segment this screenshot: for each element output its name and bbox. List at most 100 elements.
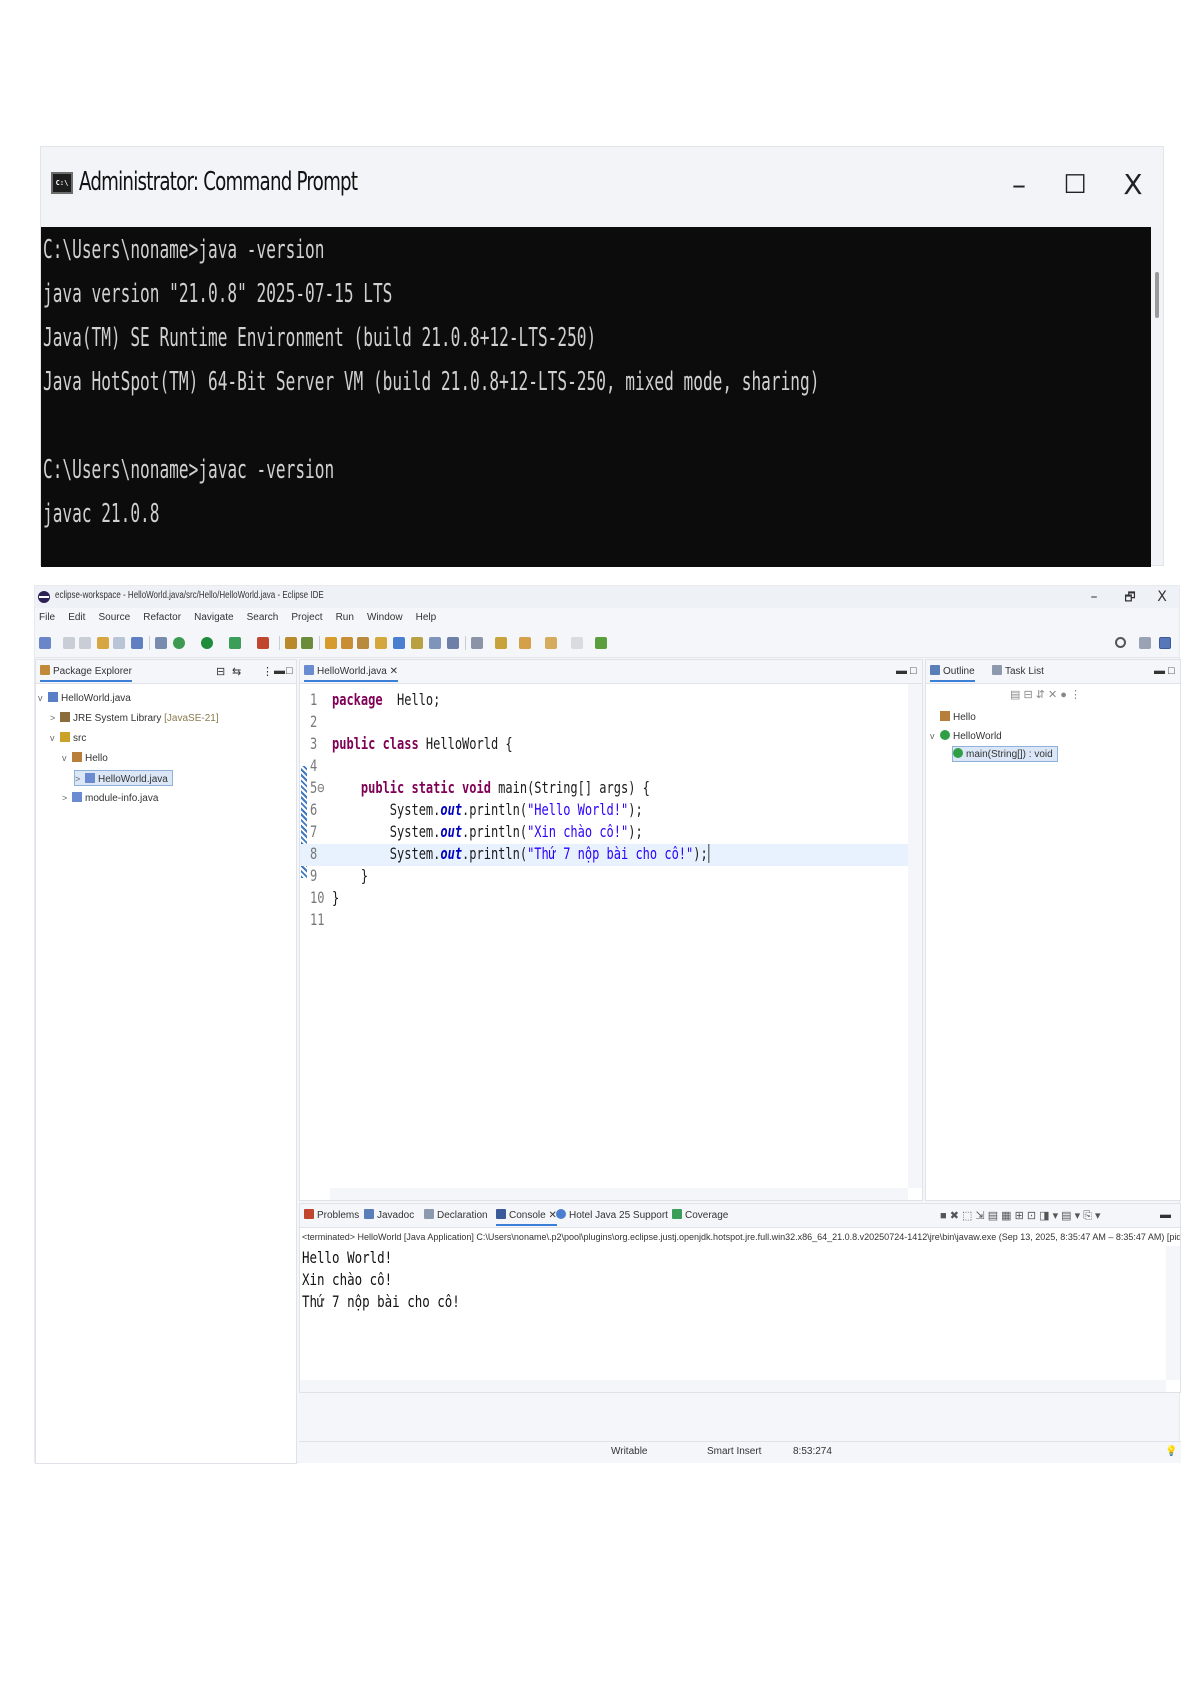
pin-editor-icon[interactable] — [595, 637, 607, 649]
menu-search[interactable]: Search — [247, 608, 279, 628]
maximize-view-icon[interactable]: □ — [910, 665, 917, 677]
tab-outline[interactable]: Outline — [930, 664, 975, 682]
menu-help[interactable]: Help — [416, 608, 437, 628]
new-package-icon[interactable] — [301, 637, 313, 649]
toggle-mark-icon[interactable] — [357, 637, 369, 649]
code-line[interactable]: 6 System.out.println("Hello World!"); — [300, 800, 908, 822]
close-tab-icon[interactable]: ✕ — [390, 666, 398, 677]
code-line[interactable]: 11 — [300, 910, 908, 932]
java-perspective-icon[interactable] — [1159, 637, 1171, 649]
cmd-console-output[interactable]: C:\Users\noname>java -version java versi… — [41, 227, 1151, 567]
editor-vertical-scrollbar[interactable] — [908, 684, 922, 1188]
new-java-project-icon[interactable] — [285, 637, 297, 649]
code-line[interactable]: 1 package Hello; — [300, 690, 908, 712]
save-icon[interactable] — [63, 637, 75, 649]
code-line[interactable]: 3 public class HelloWorld { — [300, 734, 908, 756]
tree-item-package-hello[interactable]: v Hello — [62, 750, 108, 766]
cmd-title-bar[interactable]: C:\ Administrator: Command Prompt – ☐ X — [41, 147, 1163, 227]
eclipse-restore-button[interactable]: 🗗 — [1119, 587, 1141, 607]
debug-icon[interactable] — [173, 637, 185, 649]
menu-run[interactable]: Run — [336, 608, 354, 628]
minimize-view-icon[interactable]: ▬ — [896, 665, 907, 677]
forward-icon[interactable] — [545, 637, 557, 649]
outline-item-main-method[interactable]: main(String[]) : void — [952, 746, 1058, 762]
menu-file[interactable]: File — [39, 608, 55, 628]
menu-source[interactable]: Source — [98, 608, 130, 628]
highlight-icon[interactable] — [393, 637, 405, 649]
show-whitespace-icon[interactable] — [429, 637, 441, 649]
terminal-icon[interactable] — [131, 637, 143, 649]
search-icon[interactable] — [1115, 637, 1126, 648]
eclipse-title-bar[interactable]: eclipse-workspace - HelloWorld.java/src/… — [35, 586, 1179, 608]
console-vertical-scrollbar[interactable] — [1166, 1246, 1180, 1380]
editor-horizontal-scrollbar[interactable] — [330, 1188, 908, 1200]
tree-item-helloworld-java[interactable]: > HelloWorld.java — [74, 770, 173, 786]
pilcrow-icon[interactable] — [447, 637, 459, 649]
tab-console[interactable]: Console ✕ — [496, 1208, 557, 1226]
cmd-line: Java(TM) SE Runtime Environment (build 2… — [43, 323, 597, 353]
pin-icon[interactable] — [495, 637, 507, 649]
code-line[interactable]: 10} — [300, 888, 908, 910]
minimize-view-icon[interactable]: ▬ — [274, 665, 285, 677]
run-icon[interactable] — [201, 637, 213, 649]
minimize-view-icon[interactable]: ▬ — [1154, 665, 1165, 677]
cmd-maximize-button[interactable]: ☐ — [1055, 165, 1095, 205]
last-edit-icon[interactable] — [571, 637, 583, 649]
menu-window[interactable]: Window — [367, 608, 403, 628]
code-line[interactable]: 8 System.out.println("Thứ 7 nộp bài cho … — [300, 844, 908, 866]
block-icon[interactable] — [411, 637, 423, 649]
search-tool-icon[interactable] — [113, 637, 125, 649]
tab-javadoc[interactable]: Javadoc — [364, 1208, 414, 1224]
coverage-icon[interactable] — [229, 637, 241, 649]
save-all-icon[interactable] — [79, 637, 91, 649]
tree-item-jre-library[interactable]: > JRE System Library [JavaSE-21] — [50, 710, 219, 726]
tab-java-support[interactable]: Hotel Java 25 Support — [556, 1208, 668, 1224]
external-tools-icon[interactable] — [257, 637, 269, 649]
code-line[interactable]: 9 } — [300, 866, 908, 888]
tab-task-list[interactable]: Task List — [992, 664, 1044, 680]
tab-package-explorer[interactable]: Package Explorer — [40, 664, 132, 682]
maximize-view-icon[interactable]: □ — [1168, 665, 1175, 677]
code-line[interactable]: 5⊖ public static void main(String[] args… — [300, 778, 908, 800]
code-line[interactable]: 2 — [300, 712, 908, 734]
eclipse-close-button[interactable]: X — [1151, 587, 1173, 607]
open-task-icon[interactable] — [341, 637, 353, 649]
menu-refactor[interactable]: Refactor — [143, 608, 181, 628]
tree-item-module-info[interactable]: > module-info.java — [62, 790, 158, 806]
tree-item-project[interactable]: v HelloWorld.java — [38, 690, 131, 706]
code-line[interactable]: 7 System.out.println("Xin chào cô!"); — [300, 822, 908, 844]
cmd-minimize-button[interactable]: – — [999, 165, 1039, 205]
skip-breakpoints-icon[interactable] — [155, 637, 167, 649]
perspective-icon[interactable] — [1139, 637, 1151, 649]
menu-navigate[interactable]: Navigate — [194, 608, 233, 628]
view-menu-icon[interactable]: ⋮ — [262, 665, 273, 678]
back-icon[interactable] — [519, 637, 531, 649]
status-insert-mode[interactable]: Smart Insert — [707, 1446, 761, 1457]
cmd-scrollbar[interactable] — [1155, 272, 1159, 318]
link-editor-icon[interactable]: ⇆ — [232, 665, 241, 678]
console-toolbar-icons[interactable]: ■ ✖ ⬚ ⇲ ▤ ▦ ⊞ ⊡ ◨ ▾ ▤ ▾ ⎘ ▾ — [940, 1209, 1101, 1223]
open-type-icon[interactable] — [97, 637, 109, 649]
new-icon[interactable] — [39, 637, 51, 649]
lightbulb-icon[interactable]: 💡 — [1165, 1446, 1177, 1457]
new-class-icon[interactable] — [325, 637, 337, 649]
code-line[interactable]: 4 — [300, 756, 908, 778]
tab-declaration[interactable]: Declaration — [424, 1208, 488, 1224]
wand-icon[interactable] — [375, 637, 387, 649]
cmd-close-button[interactable]: X — [1113, 165, 1153, 205]
outline-toolbar-icons[interactable]: ▤ ⊟ ⇵ ✕ ● ⋮ — [1010, 688, 1081, 701]
tab-coverage[interactable]: Coverage — [672, 1208, 728, 1224]
tab-helloworld-java[interactable]: HelloWorld.java ✕ — [304, 664, 399, 682]
maximize-view-icon[interactable]: □ — [286, 665, 293, 677]
outline-item-class[interactable]: v HelloWorld — [930, 728, 1002, 744]
eclipse-minimize-button[interactable]: – — [1083, 587, 1105, 607]
outline-item-package[interactable]: Hello — [940, 710, 976, 726]
menu-project[interactable]: Project — [291, 608, 322, 628]
next-annotation-icon[interactable] — [471, 637, 483, 649]
minimize-view-icon[interactable]: ▬ — [1160, 1209, 1171, 1221]
tab-problems[interactable]: Problems — [304, 1208, 359, 1224]
collapse-all-icon[interactable]: ⊟ — [216, 665, 225, 678]
tree-item-src[interactable]: v src — [50, 730, 86, 746]
console-horizontal-scrollbar[interactable] — [300, 1380, 1166, 1392]
menu-edit[interactable]: Edit — [68, 608, 85, 628]
